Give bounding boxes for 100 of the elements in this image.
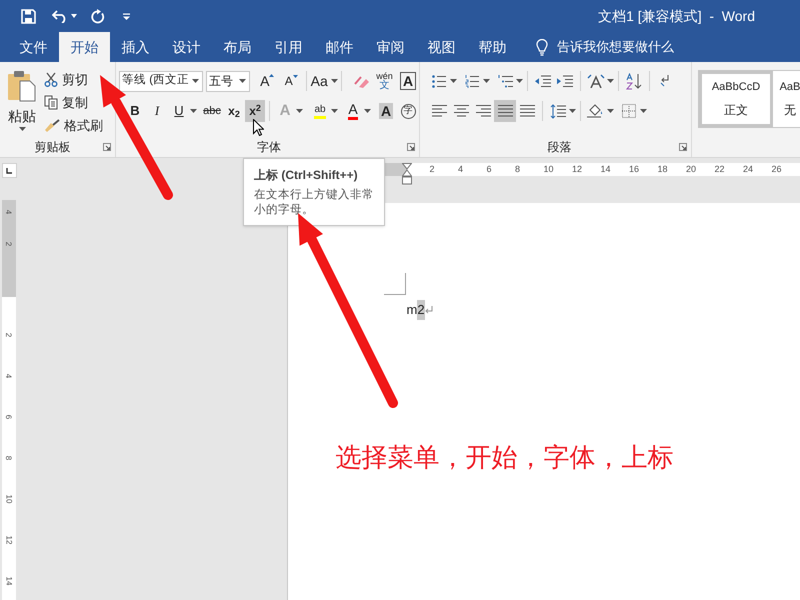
outdent-icon xyxy=(535,74,551,88)
cut-button[interactable]: 剪切 xyxy=(44,69,103,90)
character-shading-button[interactable]: A xyxy=(375,100,397,122)
ribbon-tab[interactable]: 帮助 xyxy=(467,32,518,62)
save-icon[interactable] xyxy=(21,8,36,24)
ribbon-tab[interactable]: 开始 xyxy=(59,32,110,62)
justify-icon xyxy=(498,105,512,117)
ribbon-tab[interactable]: 插入 xyxy=(110,32,161,62)
group-label: 段落 xyxy=(548,139,572,156)
underline-button[interactable]: U xyxy=(168,100,190,122)
ruler-number: 4 xyxy=(4,210,12,214)
bold-button[interactable]: B xyxy=(124,100,146,122)
dialog-launcher-icon[interactable] xyxy=(103,143,111,151)
caret-icon[interactable] xyxy=(516,79,523,83)
ruler-number: 6 xyxy=(4,414,12,420)
annotation-text: 选择菜单，开始，字体，上标 xyxy=(336,441,674,474)
ruler-number: 12 xyxy=(572,163,584,176)
caret-icon[interactable] xyxy=(18,127,26,131)
format-painter-button[interactable]: 格式刷 xyxy=(44,115,103,136)
caret-icon[interactable] xyxy=(71,14,77,18)
caret-icon[interactable] xyxy=(190,109,197,113)
paste-button[interactable]: 粘贴 xyxy=(0,68,44,137)
ruler-number: 6 xyxy=(486,163,493,176)
caret-icon[interactable] xyxy=(569,109,576,113)
bullet-list-icon xyxy=(432,74,446,88)
caret-icon[interactable] xyxy=(239,79,246,83)
superscript-button[interactable]: x$^{2}$ xyxy=(245,100,266,122)
document-text: m xyxy=(406,301,418,319)
paragraph-mark-icon xyxy=(424,306,433,314)
ribbon-tab[interactable]: 文件 xyxy=(8,32,59,62)
style-item[interactable]: AaB 无 xyxy=(773,71,800,127)
dialog-launcher-icon[interactable] xyxy=(679,143,687,151)
ruler-number: 26 xyxy=(772,163,783,176)
lightbulb-icon[interactable] xyxy=(536,39,548,56)
caret-icon[interactable] xyxy=(192,79,200,83)
font-name-dropdown[interactable]: 等线 (西文正 xyxy=(119,70,204,92)
style-item[interactable]: AaBbCcD 正文 xyxy=(699,71,773,127)
ribbon-tab[interactable]: 审阅 xyxy=(365,32,416,62)
copy-icon xyxy=(44,95,58,110)
numbered-list-icon xyxy=(465,74,479,88)
caret-down-icon xyxy=(292,75,298,78)
ruler-number: 14 xyxy=(600,163,612,176)
copy-button[interactable]: 复制 xyxy=(44,92,103,113)
clipboard-icon xyxy=(7,70,37,102)
undo-icon[interactable] xyxy=(52,9,68,23)
font-color-button[interactable]: A xyxy=(342,100,364,122)
caret-icon[interactable] xyxy=(364,109,371,113)
distributed-icon xyxy=(520,105,534,117)
ruler-number: 4 xyxy=(458,163,464,176)
caret-icon[interactable] xyxy=(296,109,303,113)
customize-icon[interactable] xyxy=(123,12,130,20)
selected-text: 2 xyxy=(417,300,425,320)
ruler-number: 14 xyxy=(4,576,12,586)
subscript-button[interactable]: x$_{2}$ xyxy=(223,100,245,122)
tab-selector[interactable] xyxy=(2,163,16,178)
align-left-icon xyxy=(432,105,446,117)
mouse-pointer-icon xyxy=(253,119,264,136)
ribbon-tab[interactable]: 邮件 xyxy=(314,32,365,62)
align-right-icon xyxy=(476,105,490,117)
tell-me-search[interactable]: 告诉我你想要做什么 xyxy=(557,37,674,57)
ruler-number: 16 xyxy=(629,163,640,176)
scissors-icon xyxy=(44,72,58,87)
caret-icon[interactable] xyxy=(483,79,490,83)
phonetic-guide-button[interactable]: wén 文 xyxy=(374,70,395,92)
ruler-number: 8 xyxy=(515,163,522,176)
grow-font-button[interactable]: A xyxy=(256,70,278,92)
highlight-button[interactable]: ab xyxy=(309,100,331,122)
ribbon-tab[interactable]: 视图 xyxy=(416,32,467,62)
justify-button[interactable] xyxy=(494,100,516,122)
indent-icon xyxy=(557,74,573,88)
font-size-dropdown[interactable]: 五号 xyxy=(206,70,250,92)
align-center-icon xyxy=(454,105,468,117)
caret-up-icon xyxy=(269,74,274,77)
ribbon-tab[interactable]: 设计 xyxy=(161,32,212,62)
character-border-button[interactable]: A xyxy=(397,70,419,92)
caret-icon[interactable] xyxy=(607,109,614,113)
ribbon-tab[interactable]: 布局 xyxy=(212,32,263,62)
caret-icon[interactable] xyxy=(330,79,338,83)
caret-icon[interactable] xyxy=(331,109,338,113)
ruler-number: 24 xyxy=(743,163,754,176)
multilevel-list-icon xyxy=(498,74,512,88)
tooltip: 上标 (Ctrl+Shift++) 在文本行上方键入非常小的字母。 xyxy=(243,158,385,226)
indent-marker-icon[interactable] xyxy=(402,163,412,185)
text-direction-icon xyxy=(587,74,605,88)
enclose-characters-button[interactable]: 字 xyxy=(397,100,419,122)
dialog-launcher-icon[interactable] xyxy=(407,143,415,151)
ruler-number: 18 xyxy=(658,163,669,176)
ruler-number: 2 xyxy=(4,332,12,338)
redo-icon[interactable] xyxy=(91,8,105,24)
caret-icon[interactable] xyxy=(450,79,457,83)
caret-icon[interactable] xyxy=(640,109,647,113)
left-tab-icon xyxy=(6,168,12,174)
strikethrough-button[interactable]: abc xyxy=(201,100,223,122)
ribbon-tab[interactable]: 引用 xyxy=(263,32,314,62)
italic-button[interactable]: I xyxy=(146,100,168,122)
shrink-font-button[interactable]: A xyxy=(280,70,302,92)
change-case-button[interactable]: Aa xyxy=(311,70,338,92)
ruler-number: 22 xyxy=(714,163,726,176)
caret-icon[interactable] xyxy=(607,79,614,83)
borders-icon xyxy=(622,104,636,118)
